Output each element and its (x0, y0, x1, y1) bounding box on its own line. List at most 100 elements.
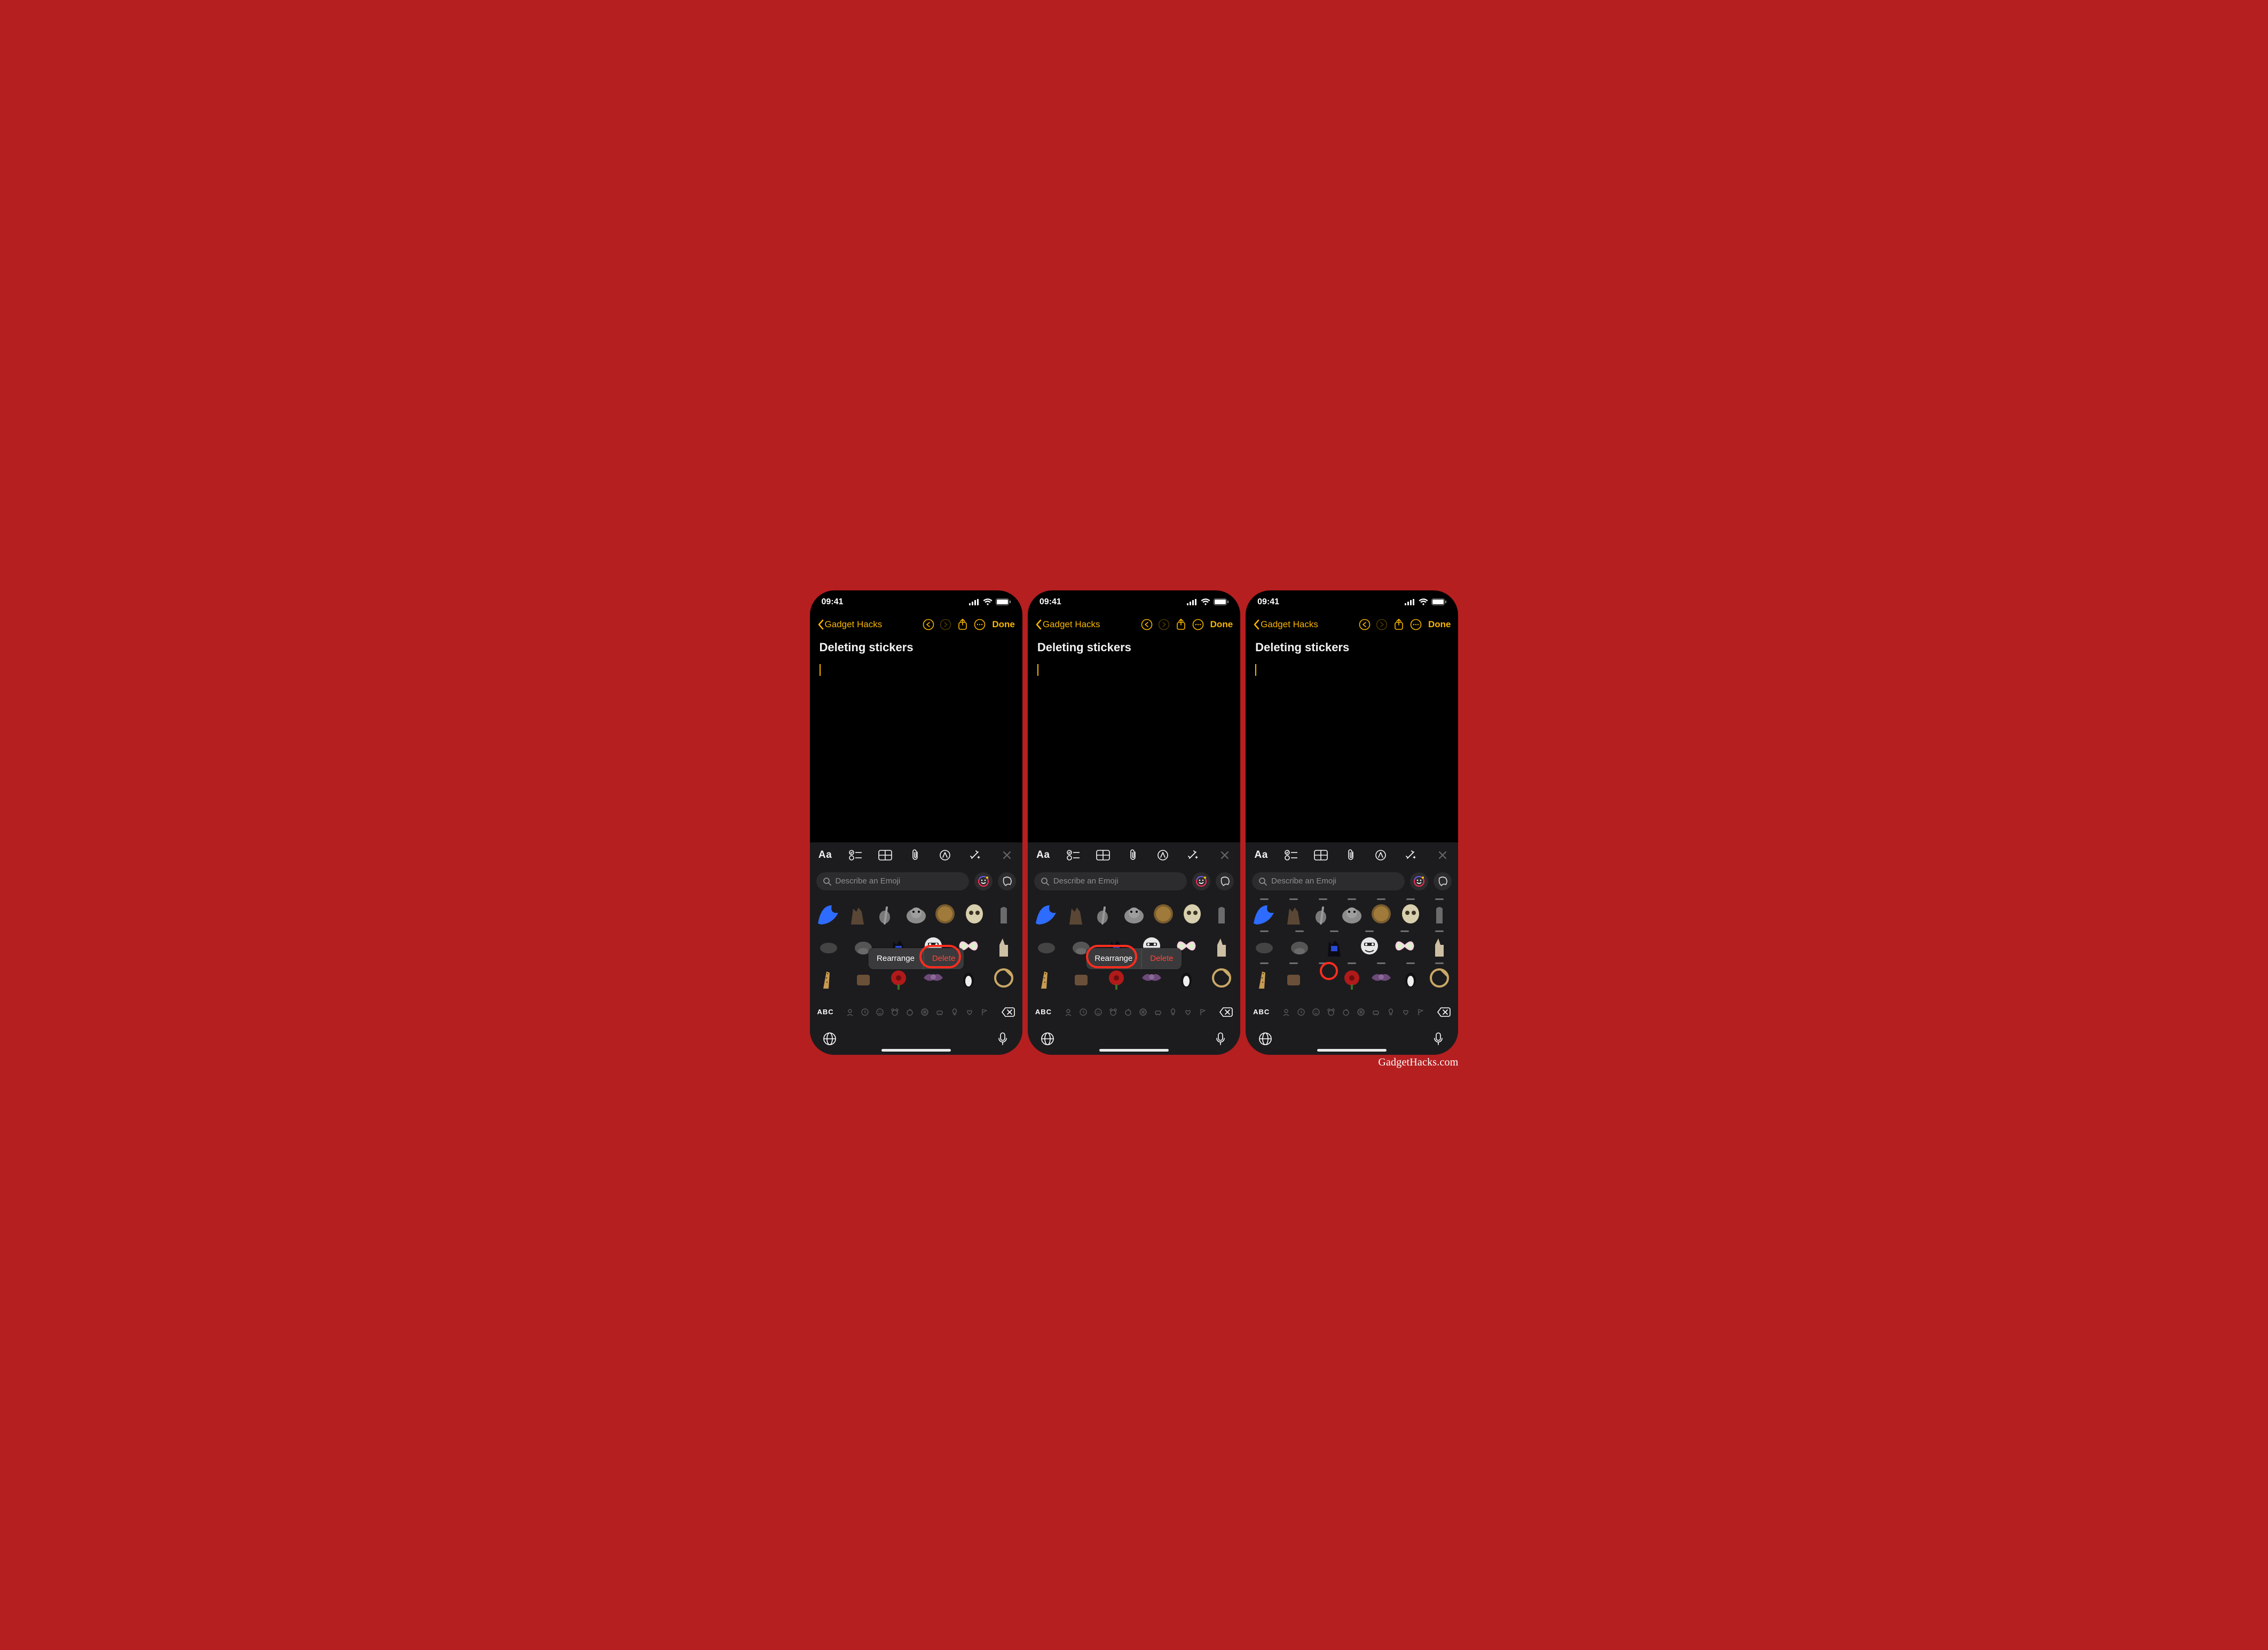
globe-button[interactable] (822, 1031, 838, 1047)
sticker-rat[interactable] (1311, 902, 1335, 926)
back-button[interactable]: Gadget Hacks (1035, 619, 1100, 630)
tab-flags-icon[interactable] (1416, 1007, 1426, 1017)
table-button[interactable] (878, 848, 892, 862)
close-keyboard-button[interactable] (1218, 848, 1232, 862)
sticker-llama[interactable] (1209, 934, 1234, 958)
genmoji-button[interactable] (1192, 872, 1210, 890)
sticker-grid[interactable] (1246, 895, 1458, 1001)
backspace-button[interactable] (1001, 1007, 1015, 1017)
redo-button[interactable] (1374, 617, 1390, 633)
sticker-skull[interactable] (1180, 902, 1204, 926)
sticker-coin[interactable] (1369, 902, 1393, 926)
sticker-dog[interactable] (1069, 966, 1093, 990)
attach-button[interactable] (908, 848, 922, 862)
tab-activity-icon[interactable] (1138, 1007, 1148, 1017)
globe-button[interactable] (1040, 1031, 1056, 1047)
note-body[interactable]: Deleting stickers (810, 635, 1022, 842)
checklist-button[interactable] (848, 848, 862, 862)
sticker-giraffe[interactable] (1034, 966, 1059, 990)
text-format-button[interactable]: Aa (1036, 848, 1050, 862)
done-button[interactable]: Done (1210, 619, 1233, 630)
more-button[interactable] (1408, 617, 1424, 633)
share-button[interactable] (955, 617, 971, 633)
sticker-butterfly[interactable] (1392, 934, 1417, 958)
sticker-cow[interactable] (1034, 934, 1059, 958)
redo-button[interactable] (1156, 617, 1172, 633)
ctx-delete[interactable]: Delete (1141, 948, 1182, 969)
sticker-ghostkid[interactable] (1209, 902, 1234, 926)
abc-button[interactable]: ABC (1035, 1008, 1052, 1016)
close-keyboard-button[interactable] (1436, 848, 1450, 862)
more-button[interactable] (1190, 617, 1206, 633)
tab-smileys-icon[interactable] (875, 1007, 885, 1017)
tab-animals-icon[interactable] (1108, 1007, 1118, 1017)
sticker-grid[interactable]: Rearrange Delete (810, 895, 1022, 1001)
checklist-button[interactable] (1284, 848, 1298, 862)
more-button[interactable] (972, 617, 988, 633)
tab-memoji-icon[interactable] (845, 1007, 855, 1017)
undo-button[interactable] (1357, 617, 1373, 633)
tab-symbols-icon[interactable] (965, 1007, 974, 1017)
sticker-elephant[interactable] (1122, 902, 1146, 926)
tab-smileys-icon[interactable] (1311, 1007, 1321, 1017)
dictation-button[interactable] (1212, 1031, 1228, 1047)
attach-button[interactable] (1344, 848, 1358, 862)
magic-button[interactable] (1404, 848, 1418, 862)
sticker-dog[interactable] (851, 966, 876, 990)
sticker-cookie[interactable] (991, 966, 1016, 990)
tab-travel-icon[interactable] (1371, 1007, 1381, 1017)
sticker-redflower[interactable] (1340, 966, 1364, 990)
sticker-ghostkid[interactable] (1427, 902, 1452, 926)
draw-button[interactable] (1374, 848, 1388, 862)
tab-animals-icon[interactable] (1326, 1007, 1336, 1017)
home-indicator[interactable] (881, 1049, 951, 1052)
sticker-elephant[interactable] (1340, 902, 1364, 926)
tab-travel-icon[interactable] (935, 1007, 944, 1017)
sticker-bat[interactable] (1369, 966, 1393, 990)
tab-memoji-icon[interactable] (1281, 1007, 1291, 1017)
sticker-penguin[interactable] (1174, 966, 1199, 990)
tab-objects-icon[interactable] (950, 1007, 959, 1017)
sticker-coin[interactable] (1151, 902, 1176, 926)
tab-activity-icon[interactable] (920, 1007, 930, 1017)
sticker-grid[interactable]: Rearrange Delete (1028, 895, 1240, 1001)
close-keyboard-button[interactable] (1000, 848, 1014, 862)
sticker-cat[interactable] (845, 902, 870, 926)
stickers-button[interactable] (1434, 872, 1452, 890)
home-indicator[interactable] (1099, 1049, 1169, 1052)
tab-memoji-icon[interactable] (1064, 1007, 1073, 1017)
sticker-cookie[interactable] (1209, 966, 1234, 990)
ctx-delete[interactable]: Delete (924, 948, 964, 969)
abc-button[interactable]: ABC (817, 1008, 834, 1016)
done-button[interactable]: Done (1428, 619, 1451, 630)
text-format-button[interactable]: Aa (818, 848, 832, 862)
emoji-search-input[interactable]: Describe an Emoji (1252, 872, 1405, 890)
sticker-ghostkid[interactable] (991, 902, 1016, 926)
sticker-cow[interactable] (816, 934, 841, 958)
back-button[interactable]: Gadget Hacks (817, 619, 883, 630)
sticker-dog[interactable] (1281, 966, 1306, 990)
ctx-rearrange[interactable]: Rearrange (868, 948, 923, 969)
tab-travel-icon[interactable] (1153, 1007, 1163, 1017)
emoji-search-input[interactable]: Describe an Emoji (816, 872, 969, 890)
sticker-skull[interactable] (962, 902, 987, 926)
table-button[interactable] (1096, 848, 1110, 862)
sticker-wing[interactable] (816, 902, 841, 926)
abc-button[interactable]: ABC (1253, 1008, 1270, 1016)
sticker-moonface[interactable] (1357, 934, 1382, 958)
sticker-cow[interactable] (1252, 934, 1277, 958)
genmoji-button[interactable] (1410, 872, 1428, 890)
tab-symbols-icon[interactable] (1401, 1007, 1411, 1017)
stickers-button[interactable] (998, 872, 1016, 890)
magic-button[interactable] (968, 848, 982, 862)
sticker-empty-slot[interactable] (1311, 966, 1335, 990)
undo-button[interactable] (1139, 617, 1155, 633)
genmoji-button[interactable] (974, 872, 993, 890)
draw-button[interactable] (938, 848, 952, 862)
backspace-button[interactable] (1437, 1007, 1451, 1017)
tab-food-icon[interactable] (1341, 1007, 1351, 1017)
tab-animals-icon[interactable] (890, 1007, 900, 1017)
globe-button[interactable] (1257, 1031, 1273, 1047)
sticker-giraffe[interactable] (1252, 966, 1277, 990)
sticker-hippo[interactable] (1287, 934, 1312, 958)
